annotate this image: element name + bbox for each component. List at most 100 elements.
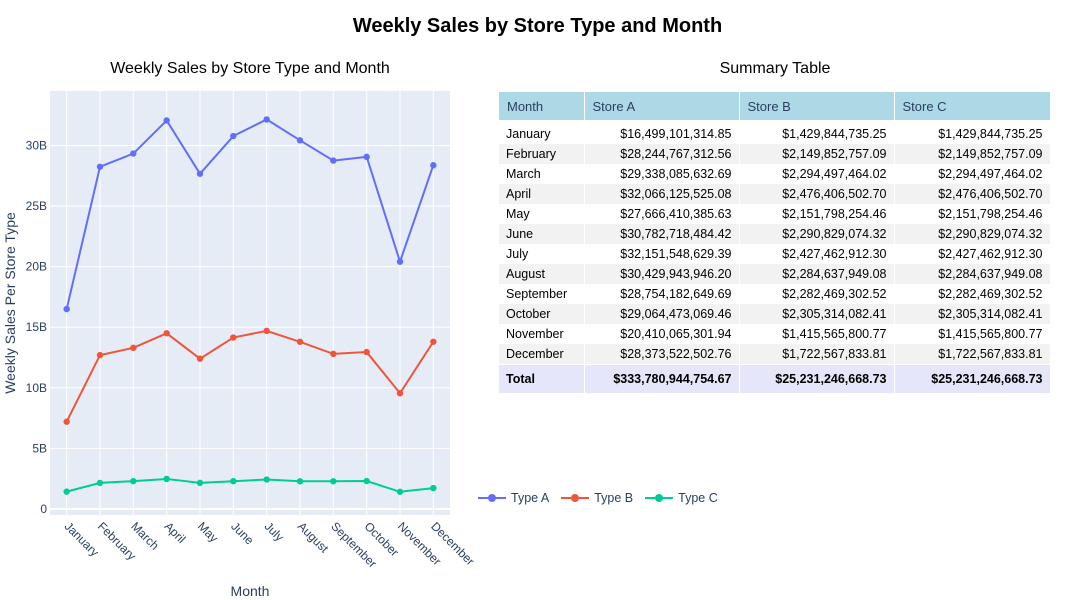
table-cell-value: $2,282,469,302.52: [894, 284, 1051, 304]
table-total-row: Total $333,780,944,754.67 $25,231,246,668.…: [499, 364, 1051, 393]
column-header: Store A: [584, 92, 740, 120]
data-point: [196, 355, 204, 362]
data-point: [163, 475, 170, 483]
table-cell-month: December: [499, 344, 585, 365]
y-tick-label: 15B: [26, 320, 47, 334]
legend-swatch-icon: [645, 492, 674, 504]
data-point: [63, 488, 70, 495]
table-cell-value: $2,149,852,757.09: [894, 144, 1051, 164]
data-point: [163, 330, 170, 337]
table-cell-value: $29,338,085,632.69: [584, 164, 740, 184]
chart-legend[interactable]: Type A Type B Type C: [478, 491, 730, 505]
legend-item[interactable]: Type A: [478, 491, 549, 505]
data-point: [330, 157, 337, 164]
x-tick-label: August: [295, 519, 332, 556]
table-cell-value: $16,499,101,314.85: [584, 120, 740, 144]
legend-item[interactable]: Type C: [645, 491, 718, 505]
table-cell-value: $2,151,798,254.46: [894, 204, 1051, 224]
table-cell-value: $1,415,565,800.77: [894, 324, 1051, 344]
table-cell-value: $2,427,462,912.30: [894, 244, 1051, 264]
data-point: [63, 305, 70, 313]
table-cell-value: $2,284,637,949.08: [894, 264, 1051, 284]
table-cell-month: January: [499, 120, 585, 144]
legend-swatch-icon: [561, 492, 590, 504]
y-tick-label: 30B: [26, 139, 47, 153]
data-point: [263, 476, 270, 483]
table-cell-value: $2,284,637,949.08: [739, 264, 895, 284]
table-cell-value: $2,427,462,912.30: [739, 244, 895, 264]
table-cell-value: $32,151,548,629.39: [584, 244, 740, 264]
data-point: [230, 334, 237, 341]
table-row: July $32,151,548,629.39 $2,427,462,912.30 $…: [499, 244, 1051, 264]
table-cell-value: $20,410,065,301.94: [584, 324, 740, 344]
data-point: [230, 477, 237, 485]
total-value: $25,231,246,668.73: [739, 364, 895, 393]
table-row: October $29,064,473,069.46 $2,305,314,082.…: [499, 304, 1051, 324]
legend-swatch-icon: [478, 492, 506, 504]
table-row: August $30,429,943,946.20 $2,284,637,949.0…: [499, 264, 1051, 284]
x-tick-label: April: [162, 519, 189, 546]
table-cell-value: $30,782,718,484.42: [584, 224, 740, 244]
data-point: [430, 338, 437, 345]
table-row: May $27,666,410,385.63 $2,151,798,254.46 $2…: [499, 204, 1051, 224]
legend-label: Type B: [594, 491, 634, 505]
data-point: [96, 163, 104, 170]
table-row: September $28,754,182,649.69 $2,282,469,30…: [499, 284, 1051, 304]
table-cell-month: February: [499, 144, 585, 164]
column-header: Store B: [739, 92, 895, 120]
data-point: [296, 478, 304, 485]
table-cell-value: $30,429,943,946.20: [584, 264, 740, 284]
data-point: [396, 488, 404, 495]
data-point: [363, 153, 370, 161]
y-tick-label: 5B: [32, 441, 47, 455]
data-point: [363, 477, 370, 485]
data-point: [396, 390, 404, 397]
table-cell-value: $1,429,844,735.25: [739, 120, 895, 144]
table-cell-value: $2,294,497,464.02: [894, 164, 1051, 184]
data-point: [196, 479, 204, 487]
data-point: [263, 116, 270, 123]
data-point: [430, 162, 437, 169]
data-point: [196, 170, 204, 177]
total-value: $333,780,944,754.67: [584, 364, 740, 393]
data-point: [96, 479, 104, 487]
legend-label: Type A: [511, 491, 550, 505]
legend-label: Type C: [678, 491, 718, 505]
data-point: [296, 137, 304, 144]
table-cell-value: $28,754,182,649.69: [584, 284, 740, 304]
table-row: February $28,244,767,312.56 $2,149,852,757…: [499, 144, 1051, 164]
table-cell-value: $1,429,844,735.25: [894, 120, 1051, 144]
total-label: Total: [499, 364, 585, 393]
data-point: [296, 338, 304, 345]
table-cell-month: October: [499, 304, 585, 324]
table-cell-value: $1,415,565,800.77: [739, 324, 895, 344]
table-cell-value: $2,294,497,464.02: [739, 164, 895, 184]
table-cell-month: June: [499, 224, 585, 244]
x-axis-title: Month: [231, 583, 270, 599]
data-point: [230, 132, 237, 140]
data-point: [130, 477, 137, 485]
table-cell-value: $2,282,469,302.52: [739, 284, 895, 304]
table-cell-month: July: [499, 244, 585, 264]
y-tick-label: 20B: [26, 260, 47, 274]
data-point: [163, 117, 170, 124]
total-value: $25,231,246,668.73: [894, 364, 1051, 393]
table-cell-month: March: [499, 164, 585, 184]
table-cell-value: $27,666,410,385.63: [584, 204, 740, 224]
legend-item[interactable]: Type B: [561, 491, 633, 505]
x-tick-label: July: [262, 519, 287, 544]
table-row: June $30,782,718,484.42 $2,290,829,074.32 $…: [499, 224, 1051, 244]
table-cell-value: $2,290,829,074.32: [739, 224, 895, 244]
data-point: [430, 484, 437, 492]
table-cell-value: $2,151,798,254.46: [739, 204, 895, 224]
table-cell-value: $2,149,852,757.09: [739, 144, 895, 164]
table-cell-month: April: [499, 184, 585, 204]
table-row: April $32,066,125,525.08 $2,476,406,502.70…: [499, 184, 1051, 204]
table-row: December $28,373,522,502.76 $1,722,567,833…: [499, 344, 1051, 365]
y-tick-label: 0: [40, 502, 47, 516]
summary-table: Month Store A Store B Store C January $16,49…: [499, 92, 1051, 393]
data-point: [130, 150, 137, 157]
table-cell-month: August: [499, 264, 585, 284]
y-tick-label: 25B: [26, 199, 47, 213]
table-cell-value: $1,722,567,833.81: [894, 344, 1051, 365]
